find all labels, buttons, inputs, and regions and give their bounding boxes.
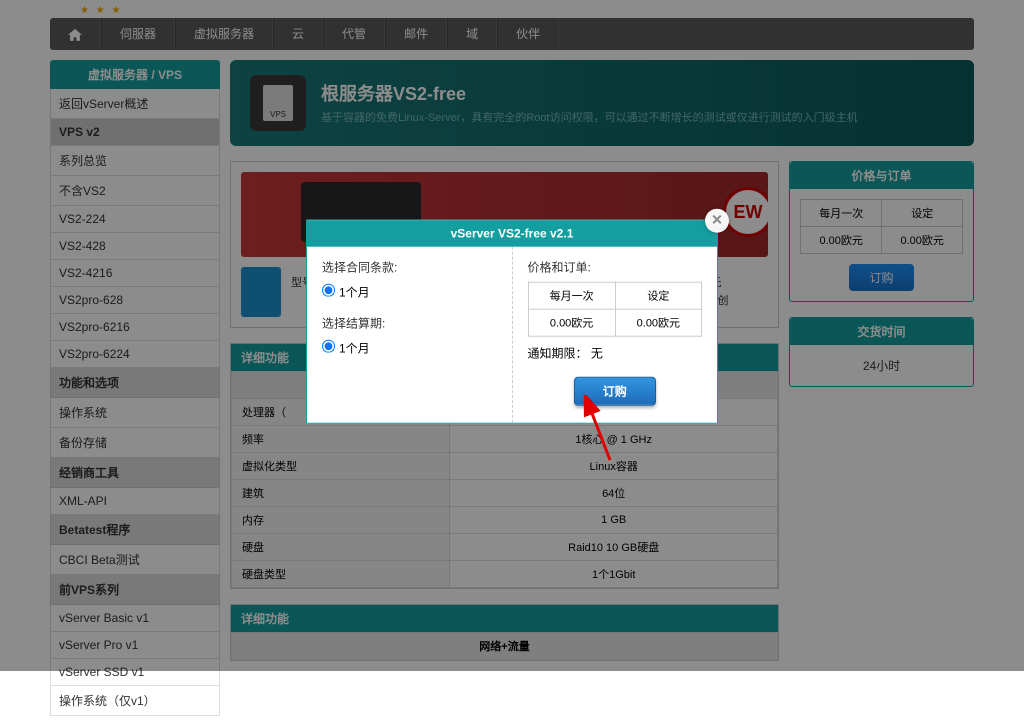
modal-price-col-monthly: 每月一次 (528, 282, 615, 309)
billing-radio-1month[interactable] (322, 339, 335, 352)
billing-period-label: 选择结算期: (322, 314, 497, 331)
terms-option-1month[interactable]: 1个月 (322, 285, 370, 299)
terms-radio-1month[interactable] (322, 283, 335, 296)
contract-terms-label: 选择合同条款: (322, 258, 497, 275)
modal-price-col-setup: 设定 (615, 282, 701, 309)
notice-period-row: 通知期限： 无 (528, 344, 703, 361)
sidebar-item-21[interactable]: 操作系统（仅v1） (50, 686, 220, 716)
billing-option-1month[interactable]: 1个月 (322, 341, 370, 355)
modal-close-button[interactable]: ✕ (705, 208, 729, 232)
modal-price-setup-value: 0.00欧元 (615, 309, 701, 336)
modal-price-monthly-value: 0.00欧元 (528, 309, 615, 336)
modal-pricing-label: 价格和订单: (528, 258, 703, 275)
modal-order-button[interactable]: 订购 (574, 376, 656, 405)
order-modal: vServer VS2-free v2.1 ✕ 选择合同条款: 1个月 选择结算… (306, 219, 718, 423)
modal-price-table: 每月一次 设定 0.00欧元 0.00欧元 (528, 281, 703, 336)
modal-title: vServer VS2-free v2.1 ✕ (307, 220, 717, 246)
